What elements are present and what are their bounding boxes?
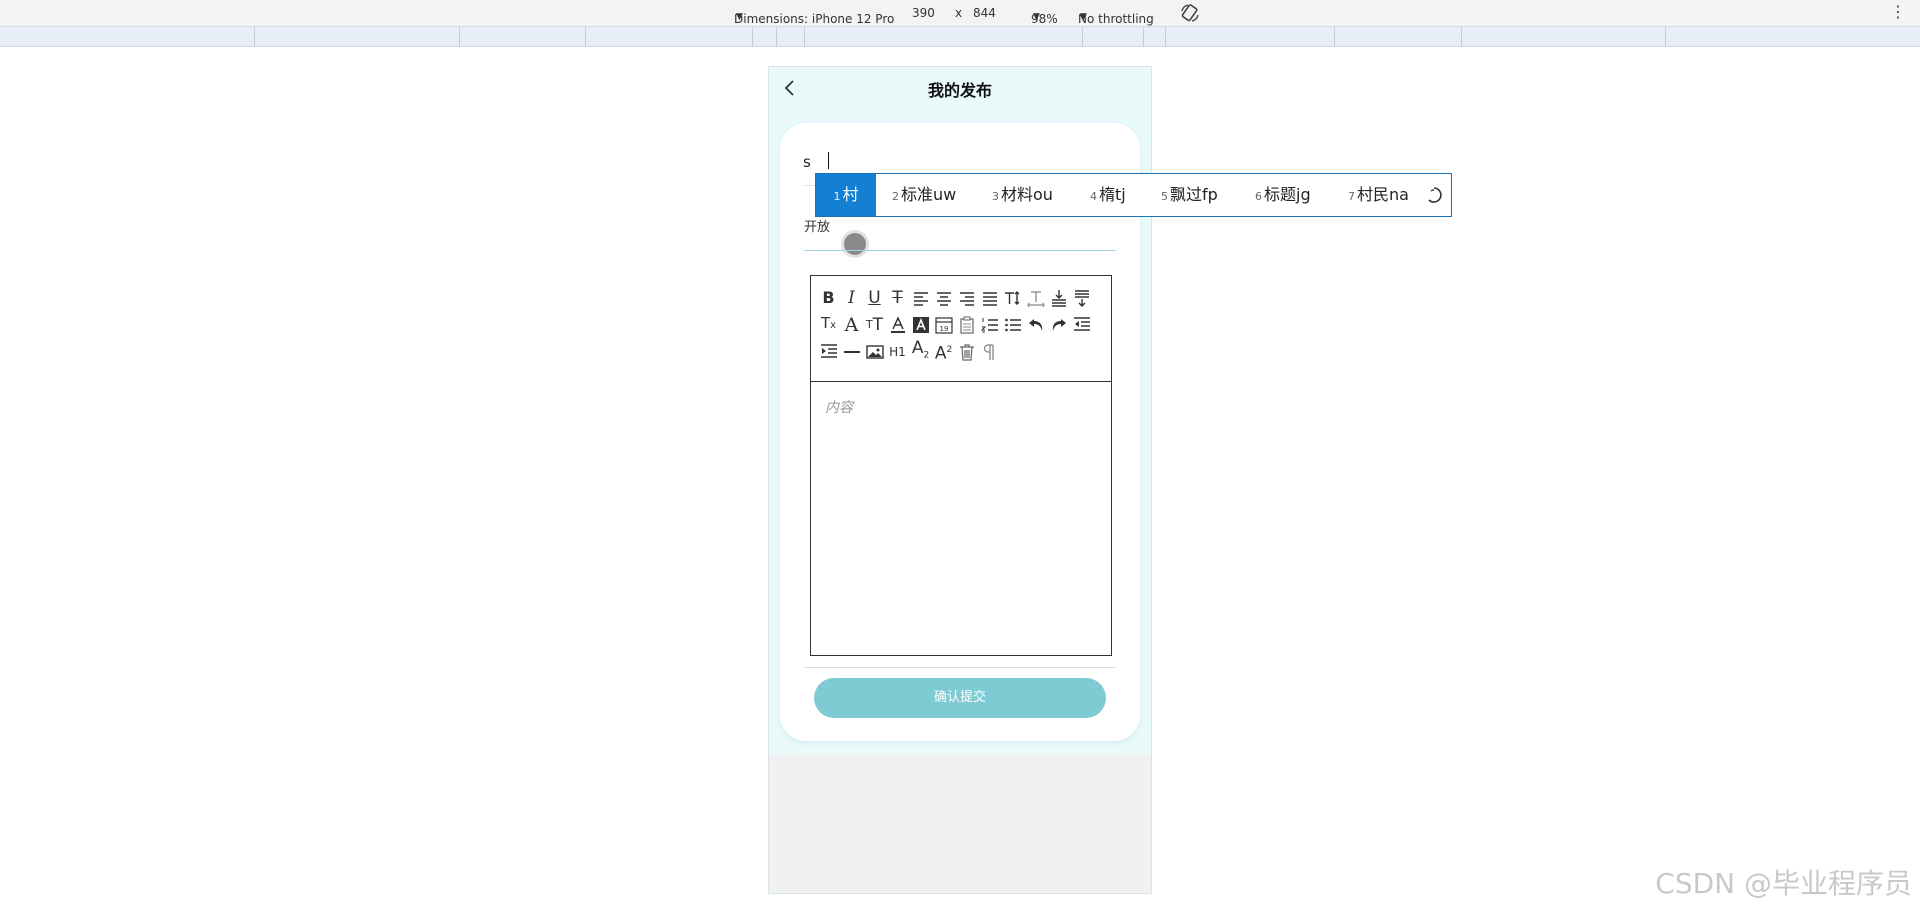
strikethrough-icon[interactable]: T — [886, 284, 909, 311]
italic-icon[interactable]: I — [840, 284, 863, 311]
ordered-list-icon[interactable] — [978, 311, 1001, 338]
rotate-icon[interactable] — [1180, 3, 1200, 23]
times-label: x — [955, 6, 963, 20]
clear-format-icon[interactable]: Tx — [817, 311, 840, 338]
margin-top-icon[interactable] — [1047, 284, 1070, 311]
ime-candidate[interactable]: 1村 — [816, 174, 876, 216]
ime-candidate[interactable]: 7 村民na — [1348, 174, 1409, 216]
font-family-icon[interactable]: A — [840, 311, 863, 338]
line-height-icon[interactable] — [1001, 284, 1024, 311]
undo-icon[interactable] — [1024, 311, 1047, 338]
open-switch-knob[interactable] — [844, 233, 866, 255]
ime-candidate-window: 1村 2 标准uw 3 材料ou 4 楕tj 5 飘过fp 6 标题jg 7 村民na — [815, 173, 1452, 217]
editor-toolbar: B I U T Tx A TT 19 H1 A2 A2 — [811, 276, 1111, 382]
watermark: CSDN @毕业程序员 — [1655, 867, 1912, 900]
redo-icon[interactable] — [1047, 311, 1070, 338]
throttling-label: No throttling — [1078, 12, 1154, 26]
open-switch-label: 开放 — [804, 220, 831, 235]
more-options-icon[interactable]: ⋮ — [1890, 2, 1906, 22]
letter-spacing-icon[interactable] — [1024, 284, 1047, 311]
page-title: 我的发布 — [927, 81, 992, 100]
rich-text-editor: B I U T Tx A TT 19 H1 A2 A2 内容 — [810, 275, 1112, 656]
align-justify-icon[interactable] — [978, 284, 1001, 311]
paragraph-icon[interactable] — [978, 338, 1001, 365]
bold-icon[interactable]: B — [817, 284, 840, 311]
devtools-toolbar: Dimensions: iPhone 12 Pro ▼ 390 x 844 98%… — [0, 0, 1920, 27]
clipboard-icon[interactable] — [955, 311, 978, 338]
height-field[interactable]: 844 — [973, 6, 996, 20]
nav-bar: 我的发布 — [769, 67, 1151, 109]
submit-button[interactable]: 确认提交 — [814, 678, 1106, 718]
horizontal-rule-icon[interactable] — [840, 338, 863, 365]
bullet-list-icon[interactable] — [1001, 311, 1024, 338]
ime-candidate[interactable]: 3 材料ou — [992, 174, 1053, 216]
font-size-icon[interactable]: TT — [863, 311, 886, 338]
superscript-icon[interactable]: A2 — [932, 338, 955, 365]
align-center-icon[interactable] — [932, 284, 955, 311]
editor-placeholder: 内容 — [825, 400, 853, 416]
indent-icon[interactable] — [817, 338, 840, 365]
font-color-icon[interactable] — [886, 311, 909, 338]
divider — [804, 667, 1116, 668]
title-input[interactable] — [803, 149, 1103, 175]
editor-content-area[interactable]: 内容 — [811, 383, 1111, 655]
header-icon[interactable]: H1 — [886, 338, 909, 365]
ime-candidate[interactable]: 6 标题jg — [1255, 174, 1311, 216]
outdent-icon[interactable] — [1070, 311, 1093, 338]
align-left-icon[interactable] — [909, 284, 932, 311]
align-right-icon[interactable] — [955, 284, 978, 311]
underline-icon[interactable]: U — [863, 284, 886, 311]
media-query-bar — [0, 27, 1920, 47]
chevron-down-icon: ▼ — [736, 12, 743, 22]
image-icon[interactable] — [863, 338, 886, 365]
loading-icon[interactable] — [1425, 186, 1443, 204]
subscript-icon[interactable]: A2 — [909, 338, 932, 365]
delete-icon[interactable] — [955, 338, 978, 365]
margin-bottom-icon[interactable] — [1070, 284, 1093, 311]
date-icon[interactable]: 19 — [932, 311, 955, 338]
background-color-icon[interactable] — [909, 311, 932, 338]
ime-candidate[interactable]: 2 标准uw — [892, 174, 956, 216]
ime-candidate[interactable]: 4 楕tj — [1090, 174, 1126, 216]
ime-candidate[interactable]: 5 飘过fp — [1161, 174, 1218, 216]
text-cursor — [828, 152, 829, 169]
device-label: Dimensions: iPhone 12 Pro — [734, 12, 895, 26]
svg-text:19: 19 — [939, 325, 948, 333]
switch-track — [804, 250, 1116, 251]
width-field[interactable]: 390 — [912, 6, 935, 20]
chevron-down-icon: ▼ — [1033, 12, 1040, 22]
chevron-down-icon: ▼ — [1080, 12, 1087, 22]
